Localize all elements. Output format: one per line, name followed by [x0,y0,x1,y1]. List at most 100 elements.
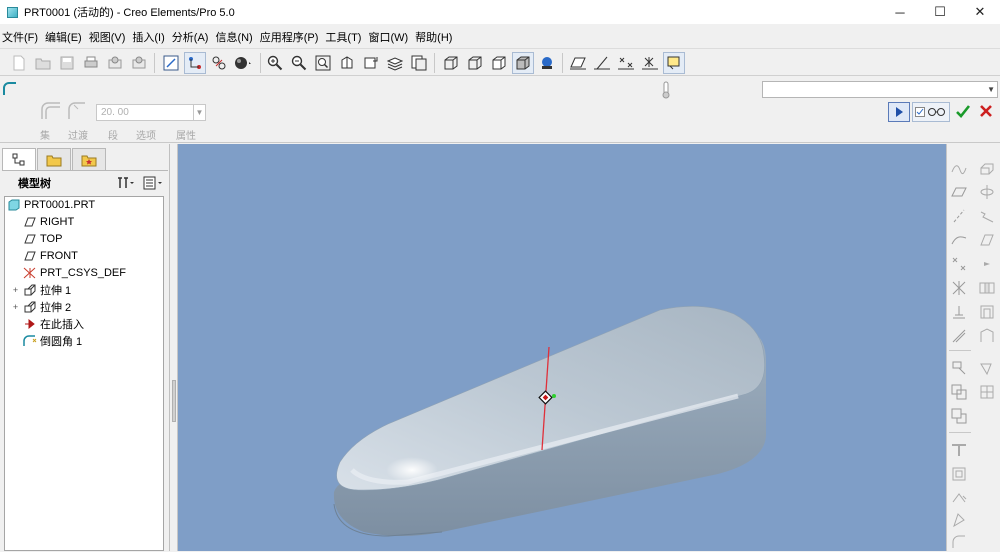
tree-item-insert-here[interactable]: 在此插入 [23,316,84,332]
draft-tool-icon[interactable] [977,358,997,378]
tree-item-front[interactable]: FRONT [23,248,78,264]
filter-combo[interactable]: ▼ [762,81,998,98]
hole-tool-icon[interactable] [977,278,997,298]
tree-item-round-1[interactable]: 倒圆角 1 [23,333,82,349]
send-mail-icon[interactable] [104,52,126,74]
panel-splitter[interactable] [170,144,178,551]
graphics-window[interactable] [178,144,946,551]
rib-tool-icon[interactable] [977,326,997,346]
shell-tool-icon[interactable] [977,302,997,322]
extrude-tool-icon[interactable] [977,158,997,178]
tab-favorites[interactable] [72,148,106,170]
menu-applications[interactable]: 应用程序(P) [258,29,324,45]
spin-center-icon[interactable] [184,52,206,74]
pause-resume-button[interactable] [888,102,910,122]
tree-item-extrude-1[interactable]: 拉伸 1 [23,282,71,298]
zoom-out-icon[interactable] [288,52,310,74]
annotation-display-icon[interactable] [663,52,685,74]
menu-analysis[interactable]: 分析(A) [170,29,214,45]
chevron-down-icon[interactable]: ▼ [987,82,995,97]
round-set-icon[interactable] [40,101,62,124]
accept-check-icon[interactable] [955,103,971,122]
hidden-line-icon[interactable] [464,52,486,74]
pattern-tool-icon[interactable] [977,382,997,402]
view-manager-icon[interactable] [408,52,430,74]
zoom-in-icon[interactable] [264,52,286,74]
close-button[interactable]: ✕ [960,0,1000,24]
tab-folder-browser[interactable] [37,148,71,170]
reorient-icon[interactable] [336,52,358,74]
datum-axis-display-icon[interactable] [591,52,613,74]
open-folder-icon[interactable] [32,52,54,74]
thicken-tool-icon[interactable] [949,488,969,508]
datum-csys-tool-icon[interactable] [949,278,969,298]
datum-axis-tool-icon[interactable] [949,206,969,226]
menu-view[interactable]: 视图(V) [87,29,131,45]
round-transition-icon[interactable] [66,101,88,124]
tree-item-right[interactable]: RIGHT [23,214,74,230]
menu-edit[interactable]: 编辑(E) [43,29,87,45]
tree-show-button[interactable] [142,174,164,192]
solidify-tool-icon[interactable] [949,510,969,530]
print-icon[interactable] [80,52,102,74]
preview-button[interactable] [912,102,950,122]
tab-options[interactable]: 选项 [136,127,156,142]
tab-sets[interactable]: 集 [40,127,50,142]
chevron-down-icon[interactable]: ▼ [193,105,205,120]
model-tree-settings-icon[interactable] [536,52,558,74]
tree-item-csys[interactable]: PRT_CSYS_DEF [23,265,126,281]
analysis-tool-icon[interactable] [949,302,969,322]
menu-file[interactable]: 文件(F) [0,29,43,45]
tree-item-extrude-2[interactable]: 拉伸 2 [23,299,71,315]
revolve-tool-icon[interactable] [977,182,997,202]
cosmetic-sketch-icon[interactable] [949,326,969,346]
tree-settings-button[interactable] [114,174,136,192]
no-hidden-icon[interactable] [488,52,510,74]
layers-icon[interactable] [384,52,406,74]
datum-plane-display-icon[interactable] [567,52,589,74]
flyout-arrow-icon[interactable] [977,254,997,274]
datum-point-tool-icon[interactable] [949,254,969,274]
tab-properties[interactable]: 属性 [176,127,196,142]
cancel-x-icon[interactable] [978,103,994,122]
new-file-icon[interactable] [8,52,30,74]
datum-plane-tool-icon[interactable] [949,182,969,202]
menu-window[interactable]: 窗口(W) [366,29,413,45]
menu-tools[interactable]: 工具(T) [323,29,366,45]
round-tool-icon[interactable] [949,532,969,552]
tab-transitions[interactable]: 过渡 [68,127,88,142]
offset-tool-icon[interactable] [949,464,969,484]
csys-display-icon[interactable] [639,52,661,74]
tree-item-top[interactable]: TOP [23,231,62,247]
appearance-icon[interactable] [232,52,254,74]
save-icon[interactable] [56,52,78,74]
expand-icon[interactable]: + [11,303,20,312]
minimize-button[interactable]: ─ [880,0,920,24]
redraw-icon[interactable] [160,52,182,74]
menu-info[interactable]: 信息(N) [213,29,257,45]
send-link-icon[interactable] [128,52,150,74]
shading-icon[interactable] [512,52,534,74]
menu-help[interactable]: 帮助(H) [413,29,457,45]
warp-tool-icon[interactable] [949,440,969,460]
tab-pieces[interactable]: 段 [108,127,118,142]
mirror-tool-icon[interactable] [949,358,969,378]
datum-point-display-icon[interactable] [615,52,637,74]
sketch-curve-icon[interactable] [949,158,969,178]
refit-icon[interactable] [312,52,334,74]
menu-insert[interactable]: 插入(I) [130,29,169,45]
radius-value-field[interactable]: 20. 00 ▼ [96,104,206,121]
sketched-curve-tool-icon[interactable] [949,230,969,250]
blend-tool-icon[interactable] [977,230,997,250]
tab-model-tree[interactable] [2,148,36,170]
wireframe-icon[interactable] [440,52,462,74]
merge-tool-icon[interactable] [949,382,969,402]
tree-item-part[interactable]: PRT0001.PRT [7,197,95,213]
orient-mode-icon[interactable] [208,52,230,74]
expand-icon[interactable]: + [11,286,20,295]
splitter-grip[interactable] [172,380,176,422]
trim-tool-icon[interactable] [949,406,969,426]
saved-views-icon[interactable] [360,52,382,74]
maximize-button[interactable]: ☐ [920,0,960,24]
sweep-tool-icon[interactable] [977,206,997,226]
